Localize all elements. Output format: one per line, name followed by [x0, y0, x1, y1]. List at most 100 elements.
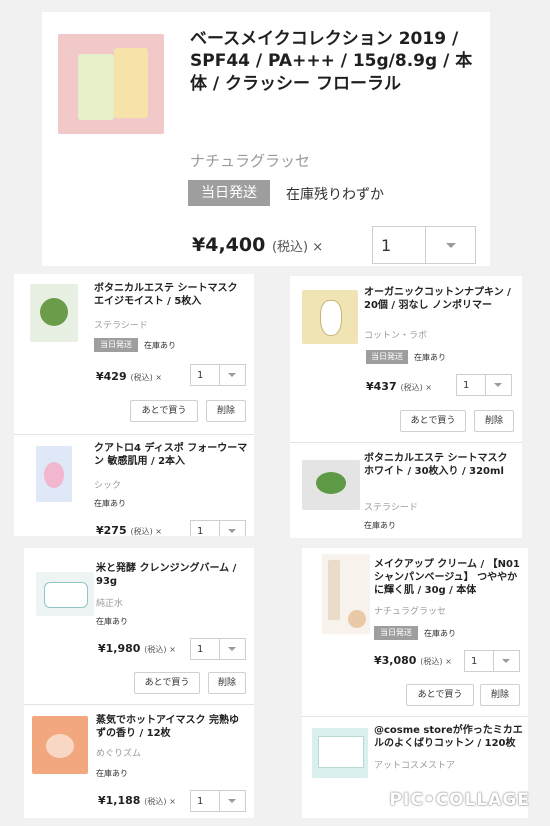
price-row: ¥1,188 (税込) ×	[98, 794, 176, 807]
cart-panel-middle-right: オーガニックコットンナプキン / 20個 / 羽なし ノンポリマー コットン・ラ…	[290, 276, 522, 538]
quantity-value: 1	[197, 643, 204, 655]
product-image[interactable]	[32, 716, 88, 774]
price-row: ¥3,080 (税込) ×	[374, 654, 452, 667]
tax-label: (税込) ×	[271, 240, 324, 255]
select-separator	[425, 227, 426, 263]
quantity-value: 1	[197, 369, 204, 381]
item-divider	[290, 442, 522, 443]
chevron-down-icon	[228, 529, 236, 533]
select-separator	[219, 365, 220, 385]
product-title[interactable]: メイクアップ クリーム / 【N01シャンパンベージュ】 つややかに輝く肌 / …	[374, 558, 522, 598]
quantity-select[interactable]: 1	[190, 520, 246, 536]
stock-status: 在庫あり	[364, 521, 396, 530]
quantity-select[interactable]: 1	[190, 790, 246, 812]
cart-panel-bottom-left: 米と発酵 クレンジングバーム / 93g 純正水 在庫あり ¥1,980 (税込…	[24, 548, 254, 818]
delete-button[interactable]: 削除	[206, 400, 246, 422]
tax-label: (税込) ×	[144, 797, 176, 806]
quantity-select[interactable]: 1	[372, 226, 476, 264]
chevron-down-icon	[228, 373, 236, 377]
product-title[interactable]: オーガニックコットンナプキン / 20個 / 羽なし ノンポリマー	[364, 286, 514, 312]
price-row: ¥429 (税込) ×	[96, 370, 162, 383]
price: ¥3,080	[374, 654, 417, 667]
select-separator	[493, 651, 494, 671]
product-image[interactable]	[36, 572, 94, 616]
item-divider	[302, 716, 528, 717]
price: ¥275	[96, 524, 127, 536]
chevron-down-icon	[446, 243, 456, 248]
quantity-value: 1	[197, 525, 204, 537]
product-brand: 純正水	[96, 599, 124, 609]
delete-button[interactable]: 削除	[474, 410, 514, 432]
quantity-value: 1	[197, 795, 204, 807]
product-title[interactable]: クアトロ4 ディスポ フォーウーマン 敏感肌用 / 2本入	[94, 442, 248, 468]
product-image[interactable]	[58, 34, 164, 134]
product-image[interactable]	[312, 728, 368, 778]
item-divider	[24, 704, 254, 705]
price-row: ¥275 (税込) ×	[96, 524, 162, 536]
quantity-select[interactable]: 1	[456, 374, 512, 396]
price: ¥1,980	[98, 642, 141, 655]
save-for-later-button[interactable]: あとで買う	[134, 672, 200, 694]
quantity-select[interactable]: 1	[190, 364, 246, 386]
stock-status: 在庫あり	[424, 629, 456, 638]
product-brand: シック	[94, 481, 122, 491]
save-for-later-button[interactable]: あとで買う	[406, 684, 474, 706]
stock-status: 在庫あり	[96, 769, 128, 778]
save-for-later-button[interactable]: あとで買う	[130, 400, 198, 422]
tax-label: (税込) ×	[400, 383, 432, 392]
stock-status: 在庫あり	[94, 499, 126, 508]
product-brand: ナチュラグラッセ	[374, 607, 447, 617]
product-brand: めぐりズム	[96, 749, 142, 759]
delete-button[interactable]: 削除	[208, 672, 246, 694]
product-title[interactable]: 米と発酵 クレンジングバーム / 93g	[96, 562, 246, 588]
tax-label: (税込) ×	[130, 373, 162, 382]
product-image[interactable]	[36, 446, 72, 502]
product-title[interactable]: ボタニカルエステ シートマスク ホワイト / 30枚入り / 320ml	[364, 452, 514, 478]
cart-item-top: ベースメイクコレクション 2019 / SPF44 / PA+++ / 15g/…	[42, 12, 490, 266]
select-separator	[219, 639, 220, 659]
product-image[interactable]	[302, 460, 360, 510]
product-image[interactable]	[30, 284, 78, 342]
quantity-select[interactable]: 1	[464, 650, 520, 672]
price: ¥429	[96, 370, 127, 383]
select-separator	[485, 375, 486, 395]
product-image[interactable]	[322, 554, 370, 634]
select-separator	[219, 521, 220, 536]
cart-panel-bottom-right: メイクアップ クリーム / 【N01シャンパンベージュ】 つややかに輝く肌 / …	[302, 548, 528, 818]
product-brand: アットコスメストア	[374, 761, 456, 771]
shipping-badge: 当日発送	[374, 626, 418, 640]
select-separator	[219, 791, 220, 811]
product-title[interactable]: ベースメイクコレクション 2019 / SPF44 / PA+++ / 15g/…	[190, 28, 475, 95]
product-brand: コットン・ラボ	[364, 331, 428, 341]
pic-collage-watermark: PIC•COLLAGE	[389, 790, 530, 810]
quantity-select[interactable]: 1	[190, 638, 246, 660]
tax-label: (税込) ×	[420, 657, 452, 666]
price: ¥437	[366, 380, 397, 393]
price-row: ¥4,400 (税込) ×	[192, 234, 323, 256]
quantity-value: 1	[471, 655, 478, 667]
chevron-down-icon	[228, 647, 236, 651]
price-row: ¥437 (税込) ×	[366, 380, 432, 393]
cart-panel-middle-left: ボタニカルエステ シートマスク エイジモイスト / 5枚入 ステラシード 当日発…	[14, 274, 254, 536]
product-brand: ナチュラグラッセ	[190, 152, 311, 170]
stock-status: 在庫あり	[414, 353, 446, 362]
product-title[interactable]: ボタニカルエステ シートマスク エイジモイスト / 5枚入	[94, 282, 248, 308]
delete-button[interactable]: 削除	[480, 684, 520, 706]
shipping-badge: 当日発送	[366, 350, 408, 364]
stock-status: 在庫あり	[96, 617, 128, 626]
save-for-later-button[interactable]: あとで買う	[400, 410, 466, 432]
product-brand: ステラシード	[94, 321, 148, 331]
product-brand: ステラシード	[364, 503, 418, 513]
stock-status: 在庫残りわずか	[286, 187, 384, 203]
tax-label: (税込) ×	[144, 645, 176, 654]
shipping-badge: 当日発送	[188, 180, 270, 206]
chevron-down-icon	[502, 659, 510, 663]
product-image[interactable]	[302, 290, 358, 344]
price: ¥4,400	[192, 234, 266, 256]
chevron-down-icon	[494, 383, 502, 387]
price: ¥1,188	[98, 794, 141, 807]
tax-label: (税込) ×	[130, 527, 162, 536]
item-divider	[14, 434, 254, 435]
product-title[interactable]: 蒸気でホットアイマスク 完熟ゆずの香り / 12枚	[96, 714, 246, 740]
product-title[interactable]: @cosme storeが作ったミカエルのよくばりコットン / 120枚	[374, 724, 524, 750]
